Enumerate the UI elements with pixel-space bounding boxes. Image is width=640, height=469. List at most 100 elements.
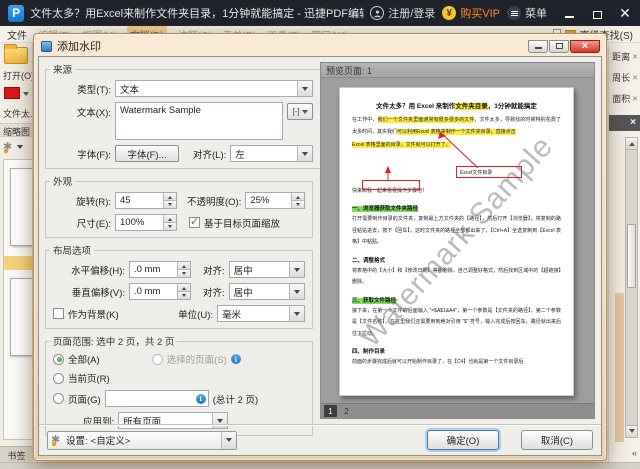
type-select[interactable]: 文本: [115, 80, 313, 97]
window-maximize-button[interactable]: [590, 6, 604, 20]
dialog-close-button[interactable]: ×: [570, 40, 600, 53]
source-group: 来源 类型(T): 文本 文本(X): Watermark Sample: [45, 62, 321, 169]
selected-pages-radio[interactable]: [152, 354, 163, 365]
h-align-label: 对齐:: [203, 263, 225, 277]
screen: P 文件太多？用Excel来制作文件夹目录，1分钟就能搞定 - 迅捷PDF编辑器…: [0, 0, 640, 469]
chevron-down-icon: [289, 284, 304, 299]
menu-file[interactable]: 文件: [7, 27, 27, 42]
doc-heading: 二、调整格式: [352, 256, 561, 264]
page-range-field[interactable]: [106, 391, 196, 406]
chevron-down-icon: [289, 262, 304, 277]
h-offset-spinner[interactable]: .0 mm: [129, 261, 191, 278]
thumbnails-panel[interactable]: [3, 159, 33, 440]
macro-insert-button[interactable]: [-]: [287, 103, 313, 120]
all-pages-label: 全部(A): [68, 352, 100, 366]
unit-label: 单位(U):: [178, 307, 213, 321]
doc-para: 将表格中的【大小】和【修改日期】等都删除，自己调整好格式，然后找到区域中的【超链…: [352, 266, 561, 289]
align-select[interactable]: 左: [230, 145, 313, 162]
settings-select[interactable]: 设置: <自定义>: [47, 431, 237, 450]
watermark-text-input[interactable]: Watermark Sample: [115, 102, 283, 140]
chevron-down-icon: [297, 81, 312, 96]
pages-label: 页面(G): [68, 392, 101, 406]
gear-icon[interactable]: [3, 141, 15, 153]
page-thumbnail[interactable]: [10, 168, 33, 246]
menu-button[interactable]: 菜单: [507, 5, 547, 21]
opacity-label: 不透明度(O):: [187, 194, 241, 208]
window-close-button[interactable]: ✕: [618, 6, 632, 20]
scroll-up-button[interactable]: [626, 138, 637, 150]
panel-close-button[interactable]: ×: [630, 118, 636, 128]
window-minimize-button[interactable]: [562, 6, 576, 20]
scrollbar-thumb[interactable]: [627, 224, 636, 288]
doc-para: 快来和我一起来看看操作步骤吧！: [352, 186, 561, 198]
page-thumbnail[interactable]: [10, 278, 33, 356]
chevron-down-icon: [221, 432, 236, 449]
unit-select[interactable]: 毫米: [217, 305, 305, 322]
spinner-arrows[interactable]: [291, 193, 304, 208]
v-offset-spinner[interactable]: .0 mm: [129, 283, 191, 300]
color-swatch[interactable]: [4, 87, 20, 99]
user-icon: [370, 6, 384, 20]
dialog-titlebar[interactable]: 添加水印 ×: [34, 34, 606, 56]
preview-page-1-button[interactable]: 1: [324, 405, 337, 417]
tool-area[interactable]: 面积✕: [608, 88, 640, 109]
preview-page: 文件太多？用 Excel 来制作文件夹目录，1分钟就能搞定在工作中，我们一个文件…: [339, 87, 574, 396]
preview-panel: 预览页面: 1 文件太多？用 Excel 来制作文件夹目录，1分钟就能搞定在工作…: [320, 62, 595, 419]
doc-para: 前面的步骤完成后就可以开始制作目录了，在【C4】也就是第一个文件目录后: [352, 357, 561, 369]
layout-group: 布局选项 水平偏移(H): .0 mm 对齐: 居中: [45, 243, 313, 329]
dialog-minimize-button[interactable]: [528, 40, 548, 53]
as-background-checkbox[interactable]: [53, 308, 64, 319]
dialog-restore-button[interactable]: [549, 40, 569, 53]
page-range-input[interactable]: i: [105, 390, 209, 407]
rotate-spinner[interactable]: 45: [115, 192, 177, 209]
tool-distance[interactable]: 距离✕: [608, 46, 640, 67]
ok-button[interactable]: 确定(O): [427, 430, 499, 450]
appearance-group: 外观 旋转(R): 45 不透明度(O): 25%: [45, 174, 313, 238]
all-pages-radio[interactable]: [53, 354, 64, 365]
doc-heading: 一、浏览器获取文件夹路径: [352, 204, 561, 212]
chevron-down-icon: [17, 145, 23, 152]
h-align-select[interactable]: 居中: [229, 261, 305, 278]
size-spinner[interactable]: 100%: [115, 214, 177, 231]
scale-to-page-label: 基于目标页面缩放: [204, 216, 280, 230]
login-button[interactable]: 注册/登录: [370, 5, 435, 21]
doc-spacer: [352, 154, 561, 184]
spinner-arrows[interactable]: [163, 215, 176, 230]
as-background-label: 作为背景(K): [68, 307, 119, 321]
dialog-title: 添加水印: [57, 38, 101, 54]
chevron-down-icon: [289, 306, 304, 321]
preview-page-2-button[interactable]: 2: [340, 405, 353, 417]
document-tab[interactable]: 文件太...: [3, 107, 33, 120]
pages-radio[interactable]: [53, 393, 64, 404]
opacity-spinner[interactable]: 25%: [245, 192, 305, 209]
doc-para: 接下来，在第一个文件的后面输入 "=$A$1&A4"，第一个参数是【文件夹的路径…: [352, 306, 561, 341]
document-content: 文件太多？用 Excel 来制作文件夹目录，1分钟就能搞定在工作中，我们一个文件…: [352, 100, 561, 369]
tool-perimeter[interactable]: 周长✕: [608, 67, 640, 88]
collapse-chevrons-icon[interactable]: «: [632, 448, 637, 458]
gear-icon: [51, 434, 63, 446]
tool-marker-icon: ✕: [632, 74, 638, 82]
watermark-form: 来源 类型(T): 文本 文本(X): Watermark Sample: [45, 62, 313, 424]
open-button[interactable]: 打开(O)...: [3, 69, 33, 82]
buy-vip-button[interactable]: ¥ 购买VIP: [442, 5, 500, 21]
spinner-arrows[interactable]: [177, 284, 190, 299]
cancel-button[interactable]: 取消(C): [521, 430, 593, 450]
doc-title: 文件太多？用 Excel 来制作文件夹目录，1分钟就能搞定: [352, 100, 561, 110]
v-align-select[interactable]: 居中: [229, 283, 305, 300]
vip-label: 购买VIP: [460, 5, 500, 21]
spinner-arrows[interactable]: [177, 262, 190, 277]
open-folder-icon[interactable]: [4, 47, 28, 64]
info-icon: i: [231, 354, 241, 364]
type-label: 类型(T):: [53, 82, 111, 96]
font-button[interactable]: 字体(F)...: [115, 145, 179, 162]
vertical-scrollbar[interactable]: [625, 137, 638, 438]
spinner-arrows[interactable]: [163, 193, 176, 208]
page-range-legend: 页面范围: 选中 2 页，共 2 页: [50, 334, 177, 348]
current-page-radio[interactable]: [53, 373, 64, 384]
chevron-down-icon[interactable]: [23, 92, 29, 99]
scroll-down-button[interactable]: [626, 425, 637, 437]
layout-legend: 布局选项: [50, 243, 94, 257]
bookmarks-tab[interactable]: 书签: [0, 446, 33, 462]
scale-to-page-checkbox[interactable]: [189, 217, 200, 228]
total-pages-label: (总计 2 页): [213, 392, 258, 406]
